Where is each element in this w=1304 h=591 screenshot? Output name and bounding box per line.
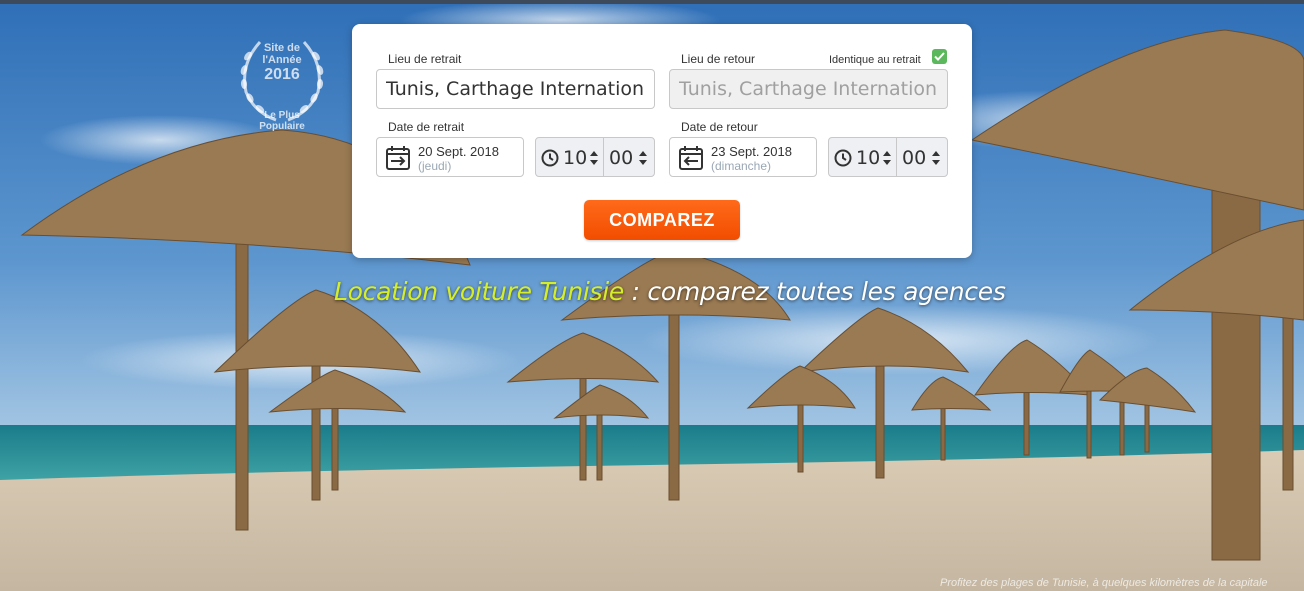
award-line4: Populaire (259, 121, 305, 132)
same-as-pickup-checkbox[interactable] (932, 49, 947, 64)
pickup-day-value: (jeudi) (418, 159, 452, 173)
award-year: 2016 (264, 66, 300, 83)
pickup-date-picker[interactable]: 20 Sept. 2018 (jeudi) (376, 137, 524, 177)
same-as-pickup-label: Identique au retrait (829, 54, 921, 66)
award-line3: Le Plus (264, 110, 300, 121)
pickup-date-value: 20 Sept. 2018 (418, 144, 499, 159)
headline-rest: : comparez toutes les agences (623, 277, 1006, 306)
clock-icon (834, 149, 852, 167)
clock-icon (541, 149, 559, 167)
hour-spinner-icon[interactable] (883, 151, 891, 165)
search-form: Lieu de retrait Lieu de retour Identique… (352, 24, 972, 258)
return-date-label: Date de retour (681, 120, 758, 134)
return-minute-value[interactable]: 00 (902, 147, 926, 169)
pickup-time-picker[interactable]: 10 00 (535, 137, 655, 177)
award-line1: Site de (263, 42, 301, 54)
pickup-hour-value[interactable]: 10 (563, 147, 587, 169)
return-day-value: (dimanche) (711, 159, 772, 173)
image-caption: Profitez des plages de Tunisie, à quelqu… (940, 577, 1268, 589)
pickup-location-label: Lieu de retrait (388, 52, 462, 66)
pickup-location-input[interactable] (376, 69, 655, 109)
top-bar (0, 0, 1304, 4)
calendar-arrow-in-icon (386, 146, 410, 170)
time-separator (603, 138, 604, 176)
return-location-input[interactable] (669, 69, 948, 109)
return-date-picker[interactable]: 23 Sept. 2018 (dimanche) (669, 137, 817, 177)
hour-spinner-icon[interactable] (590, 151, 598, 165)
award-badge: Site de l'Année 2016 Le Plus Populaire (236, 34, 328, 138)
pickup-date-label: Date de retrait (388, 120, 465, 134)
checkmark-icon (934, 52, 945, 61)
headline-highlight[interactable]: Location voiture Tunisie (334, 277, 624, 306)
return-time-picker[interactable]: 10 00 (828, 137, 948, 177)
calendar-arrow-out-icon (679, 146, 703, 170)
minute-spinner-icon[interactable] (639, 151, 647, 165)
return-date-value: 23 Sept. 2018 (711, 144, 792, 159)
return-hour-value[interactable]: 10 (856, 147, 880, 169)
award-line2: l'Année (262, 54, 302, 66)
time-separator (896, 138, 897, 176)
minute-spinner-icon[interactable] (932, 151, 940, 165)
return-location-label: Lieu de retour (681, 52, 756, 66)
compare-button[interactable]: COMPAREZ (584, 200, 740, 240)
pickup-minute-value[interactable]: 00 (609, 147, 633, 169)
page-headline: Location voiture Tunisie : comparez tout… (334, 277, 1006, 306)
